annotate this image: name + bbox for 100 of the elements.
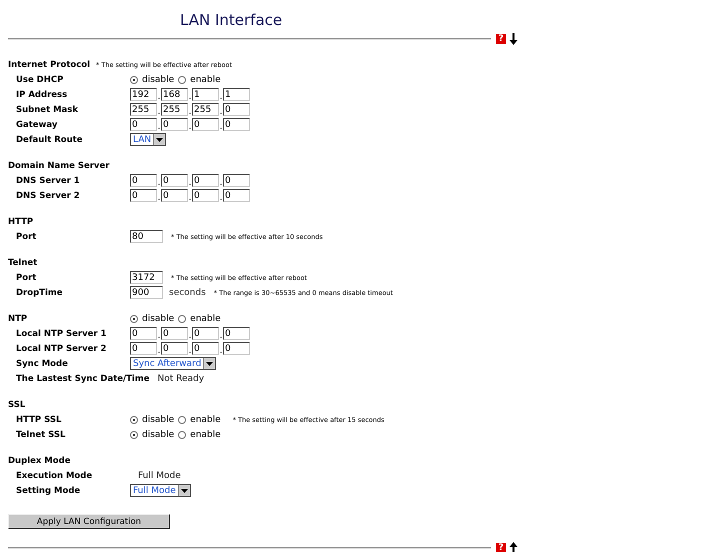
octet-separator: . <box>219 176 223 188</box>
octet-separator: . <box>188 120 192 132</box>
section-heading: Internet Protocol <box>8 60 90 70</box>
field-label: Local NTP Server 1 <box>16 328 108 338</box>
octet-field[interactable]: 255 <box>161 103 188 116</box>
value-text: Full Mode <box>138 470 181 480</box>
octet-field[interactable]: 1 <box>192 88 219 101</box>
octet-separator: . <box>219 330 223 340</box>
octet-separator: . <box>188 330 192 340</box>
section-heading: SSL <box>8 400 26 410</box>
octet-separator: . <box>188 192 192 202</box>
octet-field[interactable]: 0 <box>192 327 219 340</box>
field-label: IP Address <box>16 90 68 100</box>
octet-separator: . <box>157 120 161 132</box>
octet-separator: . <box>157 176 161 188</box>
section-heading: HTTP <box>8 216 34 226</box>
octet-field[interactable]: 0 <box>223 189 250 202</box>
dropdown[interactable]: Sync Afterward <box>130 357 216 370</box>
field-label: Setting Mode <box>16 486 82 496</box>
field-label: HTTP SSL <box>16 414 62 424</box>
dropdown[interactable]: Full Mode <box>130 484 191 497</box>
octet-separator: . <box>188 344 192 356</box>
octet-field[interactable]: 0 <box>223 327 250 340</box>
input-field[interactable]: 80 <box>130 230 163 243</box>
field-label: Sync Mode <box>16 358 69 368</box>
octet-field[interactable]: 0 <box>223 103 250 116</box>
field-label: DropTime <box>16 288 64 298</box>
radio-button[interactable] <box>130 76 138 84</box>
dropdown[interactable]: LAN <box>130 133 166 146</box>
octet-field[interactable]: 192 <box>130 88 157 101</box>
arrow-up-icon[interactable] <box>509 542 518 552</box>
octet-field[interactable]: 0 <box>161 118 188 131</box>
radio-button[interactable] <box>130 314 138 322</box>
input-field[interactable]: 900 <box>130 286 163 299</box>
octet-field[interactable]: 0 <box>223 174 250 187</box>
octet-field[interactable]: 0 <box>192 342 219 355</box>
caret-icon <box>206 362 214 366</box>
octet-field[interactable]: 0 <box>130 342 157 355</box>
field-label: Use DHCP <box>16 74 64 84</box>
octet-separator: . <box>157 344 161 356</box>
field-label: Execution Mode <box>16 470 94 480</box>
radio-label: enable <box>190 74 221 84</box>
octet-separator: . <box>157 192 161 202</box>
help-icon[interactable]: ? <box>496 543 506 552</box>
octet-field[interactable]: 0 <box>130 327 157 340</box>
section-heading: NTP <box>8 314 28 324</box>
field-label: Gateway <box>16 120 58 130</box>
octet-separator: . <box>157 90 161 102</box>
octet-field[interactable]: 0 <box>161 342 188 355</box>
octet-field[interactable]: 0 <box>161 189 188 202</box>
octet-separator: . <box>157 330 161 340</box>
caret-icon <box>180 488 188 492</box>
octet-field[interactable]: 0 <box>192 174 219 187</box>
field-label: Telnet SSL <box>16 430 66 440</box>
octet-field[interactable]: 0 <box>130 189 157 202</box>
radio-button[interactable] <box>130 416 138 424</box>
help-icon[interactable]: ? <box>496 34 506 44</box>
octet-field[interactable]: 0 <box>130 118 157 131</box>
field-label: DNS Server 2 <box>16 190 81 200</box>
octet-field[interactable]: 0 <box>192 189 219 202</box>
octet-separator: . <box>219 120 223 132</box>
octet-separator: . <box>157 106 161 116</box>
field-label: DNS Server 1 <box>16 176 81 186</box>
octet-field[interactable]: 0 <box>130 174 157 187</box>
octet-separator: . <box>219 106 223 116</box>
octet-field[interactable]: 1 <box>223 88 250 101</box>
arrow-down-icon[interactable] <box>509 33 518 45</box>
octet-field[interactable]: 0 <box>223 342 250 355</box>
octet-field[interactable]: 0 <box>161 174 188 187</box>
octet-field[interactable]: 255 <box>130 103 157 116</box>
octet-field[interactable]: 0 <box>223 118 250 131</box>
value-text: Not Ready <box>157 374 204 384</box>
octet-field[interactable]: 0 <box>192 118 219 131</box>
radio-button[interactable] <box>178 314 186 322</box>
octet-separator: . <box>188 176 192 188</box>
field-label: Port <box>16 272 38 282</box>
octet-field[interactable]: 168 <box>161 88 188 101</box>
octet-field[interactable]: 0 <box>161 327 188 340</box>
radio-button[interactable] <box>178 76 186 84</box>
radio-label: enable <box>190 430 221 440</box>
octet-separator: . <box>219 344 223 356</box>
field-label: Subnet Mask <box>16 104 80 114</box>
input-field[interactable]: 3172 <box>130 271 163 284</box>
field-label: Default Route <box>16 134 84 144</box>
field-label: Port <box>16 232 38 242</box>
section-heading: Domain Name Server <box>8 160 110 170</box>
apply-button[interactable]: Apply LAN Configuration <box>8 514 170 529</box>
section-heading: Duplex Mode <box>8 456 70 466</box>
octet-separator: . <box>219 90 223 102</box>
octet-field[interactable]: 255 <box>192 103 219 116</box>
radio-label: enable <box>190 314 221 324</box>
octet-separator: . <box>188 90 192 102</box>
radio-button[interactable] <box>178 430 186 438</box>
field-label: The Lastest Sync Date/Time <box>16 374 150 384</box>
radio-label: disable <box>142 314 174 324</box>
unit-text: seconds <box>169 288 206 298</box>
radio-button[interactable] <box>178 416 186 424</box>
radio-label: disable <box>142 74 174 84</box>
radio-button[interactable] <box>130 430 138 438</box>
section-heading: Telnet <box>8 258 38 268</box>
